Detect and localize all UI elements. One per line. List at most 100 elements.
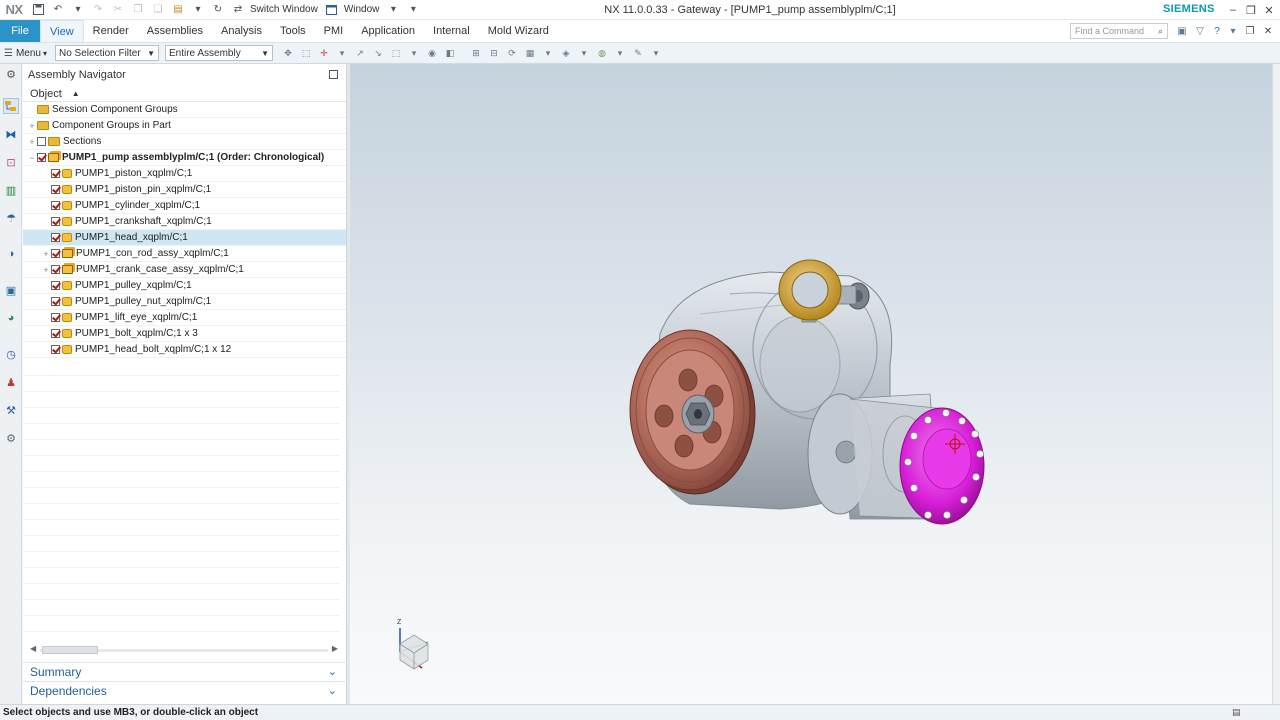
expand-icon[interactable]: + [41, 249, 51, 259]
tree-row-crank-case-assy[interactable]: + PUMP1_crank_case_assy_xqplm/C;1 [23, 262, 346, 278]
switch-window-icon[interactable]: ⇄ [231, 3, 245, 17]
tree-row-pulley[interactable]: PUMP1_pulley_xqplm/C;1 [23, 278, 346, 294]
tab-mold-wizard[interactable]: Mold Wizard [479, 20, 558, 42]
visibility-checkbox[interactable] [51, 281, 60, 290]
save-icon[interactable] [31, 3, 45, 17]
repeat-command-icon[interactable]: ▤ [171, 3, 185, 17]
search-icon[interactable]: ⌕ [1158, 26, 1163, 37]
doc-close-icon[interactable]: ✕ [1261, 24, 1275, 38]
maximize-icon[interactable] [329, 70, 338, 79]
tree-row-piston-pin[interactable]: PUMP1_piston_pin_xqplm/C;1 [23, 182, 346, 198]
rotate-icon[interactable]: ⟳ [505, 46, 519, 60]
tab-view[interactable]: View [40, 20, 84, 42]
tab-analysis[interactable]: Analysis [212, 20, 271, 42]
general-object-icon[interactable]: ✥ [281, 46, 295, 60]
vertical-scrollbar[interactable] [1272, 64, 1280, 704]
scroll-right-icon[interactable]: ▶ [332, 644, 338, 653]
pump-assembly-model[interactable]: Z [350, 64, 1280, 704]
process-studio-icon[interactable]: ◕ [3, 310, 19, 326]
object-column-header[interactable]: Object ▲ [23, 86, 346, 102]
zoom-icon[interactable]: ⊟ [487, 46, 501, 60]
close-icon[interactable]: ✕ [1261, 2, 1277, 18]
tools-icon[interactable]: ⚙ [3, 430, 19, 446]
copy-icon[interactable]: ❐ [131, 3, 145, 17]
visibility-checkbox[interactable] [51, 345, 60, 354]
visibility-checkbox[interactable] [51, 217, 60, 226]
tab-application[interactable]: Application [352, 20, 424, 42]
window-menu[interactable]: Window [344, 4, 380, 15]
select-all-icon[interactable]: ⬚ [299, 46, 313, 60]
redo-icon[interactable]: ↷ [91, 3, 105, 17]
visibility-checkbox[interactable] [51, 313, 60, 322]
menu-button[interactable]: ☰ Menu ▾ [4, 48, 47, 59]
visibility-checkbox[interactable] [51, 265, 60, 274]
undo-dropdown-icon[interactable]: ▾ [71, 3, 85, 17]
tree-row-con-rod-assy[interactable]: + PUMP1_con_rod_assy_xqplm/C;1 [23, 246, 346, 262]
horizontal-scrollbar[interactable]: ◀ ▶ [28, 644, 340, 656]
status-options-icon[interactable]: ▤ [1232, 707, 1244, 719]
snap-dropdown-icon[interactable]: ▾ [335, 46, 349, 60]
view-triad[interactable]: Z [397, 619, 429, 670]
find-command-input[interactable]: Find a Command ⌕ [1070, 23, 1168, 39]
summary-panel-header[interactable]: Summary ⌄ [23, 662, 347, 680]
visibility-checkbox[interactable] [51, 249, 60, 258]
visibility-checkbox[interactable] [51, 169, 60, 178]
qa-customize-icon[interactable]: ▾ [406, 3, 420, 17]
expand-icon[interactable]: + [27, 137, 37, 147]
selection-scope-select[interactable]: Entire Assembly ▼ [165, 45, 273, 61]
layer-dropdown-icon[interactable]: ▾ [613, 46, 627, 60]
dependencies-panel-header[interactable]: Dependencies ⌄ [23, 681, 347, 699]
section-dropdown-icon[interactable]: ▾ [649, 46, 663, 60]
tree-row-root-assembly[interactable]: − PUMP1_pump assemblyplm/C;1 (Order: Chr… [23, 150, 346, 166]
visibility-checkbox[interactable] [37, 137, 46, 146]
reuse-library-icon[interactable]: ▥ [3, 182, 19, 198]
face-rule-icon[interactable]: ↘ [371, 46, 385, 60]
snap-point-icon[interactable]: ✛ [317, 46, 331, 60]
tab-file[interactable]: File [0, 20, 40, 42]
web-browser-icon[interactable]: ◑ [3, 246, 19, 262]
visibility-checkbox[interactable] [37, 153, 46, 162]
ribbon-minimize-icon[interactable]: ▽ [1193, 24, 1207, 38]
visibility-checkbox[interactable] [51, 233, 60, 242]
render-dropdown-icon[interactable]: ▾ [577, 46, 591, 60]
minimize-icon[interactable]: – [1225, 2, 1241, 18]
tab-tools[interactable]: Tools [271, 20, 315, 42]
hd3d-tools-icon[interactable]: ☂ [3, 210, 19, 226]
cut-icon[interactable]: ✂ [111, 3, 125, 17]
restore-icon[interactable]: ❐ [1243, 2, 1259, 18]
selection-filter-select[interactable]: No Selection Filter ▼ [55, 45, 159, 61]
undo-icon[interactable]: ↶ [51, 3, 65, 17]
fit-icon[interactable]: ⊞ [469, 46, 483, 60]
tab-assemblies[interactable]: Assemblies [138, 20, 212, 42]
rectangle-select-icon[interactable]: ⬚ [389, 46, 403, 60]
assembly-navigator-icon[interactable] [3, 98, 19, 114]
edit-section-icon[interactable]: ✎ [631, 46, 645, 60]
tree-row-sections[interactable]: + Sections [23, 134, 346, 150]
render-style-icon[interactable]: ◈ [559, 46, 573, 60]
paste-icon[interactable]: ❏ [151, 3, 165, 17]
tree-row-cylinder[interactable]: PUMP1_cylinder_xqplm/C;1 [23, 198, 346, 214]
cube-icon[interactable]: ◧ [443, 46, 457, 60]
tree-row-component-groups[interactable]: + Component Groups in Part [23, 118, 346, 134]
scroll-thumb[interactable] [42, 646, 98, 654]
touch-mode-icon[interactable]: ↻ [211, 3, 225, 17]
orient-view-icon[interactable]: ▦ [523, 46, 537, 60]
tree-row-head-bolt[interactable]: PUMP1_head_bolt_xqplm/C;1 x 12 [23, 342, 346, 358]
clock-icon[interactable]: ◷ [3, 346, 19, 362]
roles-icon[interactable]: ♟ [3, 374, 19, 390]
constraint-navigator-icon[interactable]: ⧓ [3, 126, 19, 142]
help-icon[interactable]: ? [1210, 24, 1224, 38]
window-dropdown-icon[interactable]: ▾ [386, 3, 400, 17]
visibility-checkbox[interactable] [51, 185, 60, 194]
doc-restore-icon[interactable]: ❐ [1243, 24, 1257, 38]
tree-row-piston[interactable]: PUMP1_piston_xqplm/C;1 [23, 166, 346, 182]
curve-rule-icon[interactable]: ↗ [353, 46, 367, 60]
collapse-icon[interactable]: − [27, 153, 37, 163]
visibility-checkbox[interactable] [51, 297, 60, 306]
resource-settings-icon[interactable]: ⚙ [3, 66, 19, 82]
tree-row-head[interactable]: PUMP1_head_xqplm/C;1 [23, 230, 346, 246]
system-scene-icon[interactable]: ⚒ [3, 402, 19, 418]
scroll-left-icon[interactable]: ◀ [30, 644, 36, 653]
help-dropdown-icon[interactable]: ▾ [1226, 24, 1240, 38]
tab-render[interactable]: Render [84, 20, 138, 42]
